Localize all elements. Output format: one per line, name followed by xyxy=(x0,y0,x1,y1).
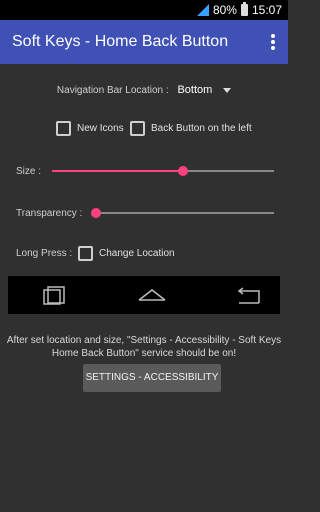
back-icon xyxy=(237,287,260,304)
change-location-label: Change Location xyxy=(99,248,175,259)
battery-percent: 80% xyxy=(212,3,237,17)
status-icons: 80% 15:07 xyxy=(196,2,282,17)
back-left-checkbox[interactable]: Back Button on the left xyxy=(130,121,252,136)
recent-apps-icon xyxy=(43,286,65,305)
overflow-menu-icon[interactable] xyxy=(270,34,276,50)
size-slider-fill xyxy=(52,170,183,172)
long-press-label: Long Press : xyxy=(16,248,73,259)
navigation-bar-preview xyxy=(8,276,280,314)
info-line-2: Home Back Button" service should be on! xyxy=(51,348,237,359)
app-title: Soft Keys - Home Back Button xyxy=(12,33,229,50)
settings-accessibility-button[interactable]: SETTINGS - ACCESSIBILITY xyxy=(83,364,221,392)
navigation-location-value[interactable]: Bottom xyxy=(177,84,212,96)
clock: 15:07 xyxy=(251,3,282,17)
new-icons-checkbox[interactable]: New Icons xyxy=(56,121,124,136)
battery-icon xyxy=(240,2,248,16)
checkbox-box[interactable] xyxy=(56,121,71,136)
navigation-location-row: Navigation Bar Location : Bottom xyxy=(0,84,288,96)
app-bar: Soft Keys - Home Back Button xyxy=(0,20,288,64)
signal-icon xyxy=(196,4,209,16)
dropdown-arrow-icon[interactable] xyxy=(223,87,232,93)
transparency-slider-track[interactable] xyxy=(96,212,274,214)
checkbox-box[interactable] xyxy=(130,121,145,136)
checkbox-box[interactable] xyxy=(78,246,93,261)
navigation-location-dropdown[interactable]: Bottom xyxy=(171,84,232,96)
status-bar: 80% 15:07 xyxy=(0,0,288,20)
accessibility-info: After set location and size, "Settings -… xyxy=(0,334,288,360)
back-left-label: Back Button on the left xyxy=(151,123,252,134)
size-label: Size : xyxy=(16,166,42,177)
change-location-checkbox[interactable]: Change Location xyxy=(78,246,175,261)
transparency-label: Transparency : xyxy=(16,208,83,219)
size-slider-thumb[interactable] xyxy=(178,166,188,176)
navigation-location-label: Navigation Bar Location : xyxy=(56,85,169,96)
transparency-slider-thumb[interactable] xyxy=(91,208,101,218)
home-icon xyxy=(138,289,166,301)
new-icons-label: New Icons xyxy=(77,123,124,134)
info-line-1: After set location and size, "Settings -… xyxy=(6,335,282,346)
